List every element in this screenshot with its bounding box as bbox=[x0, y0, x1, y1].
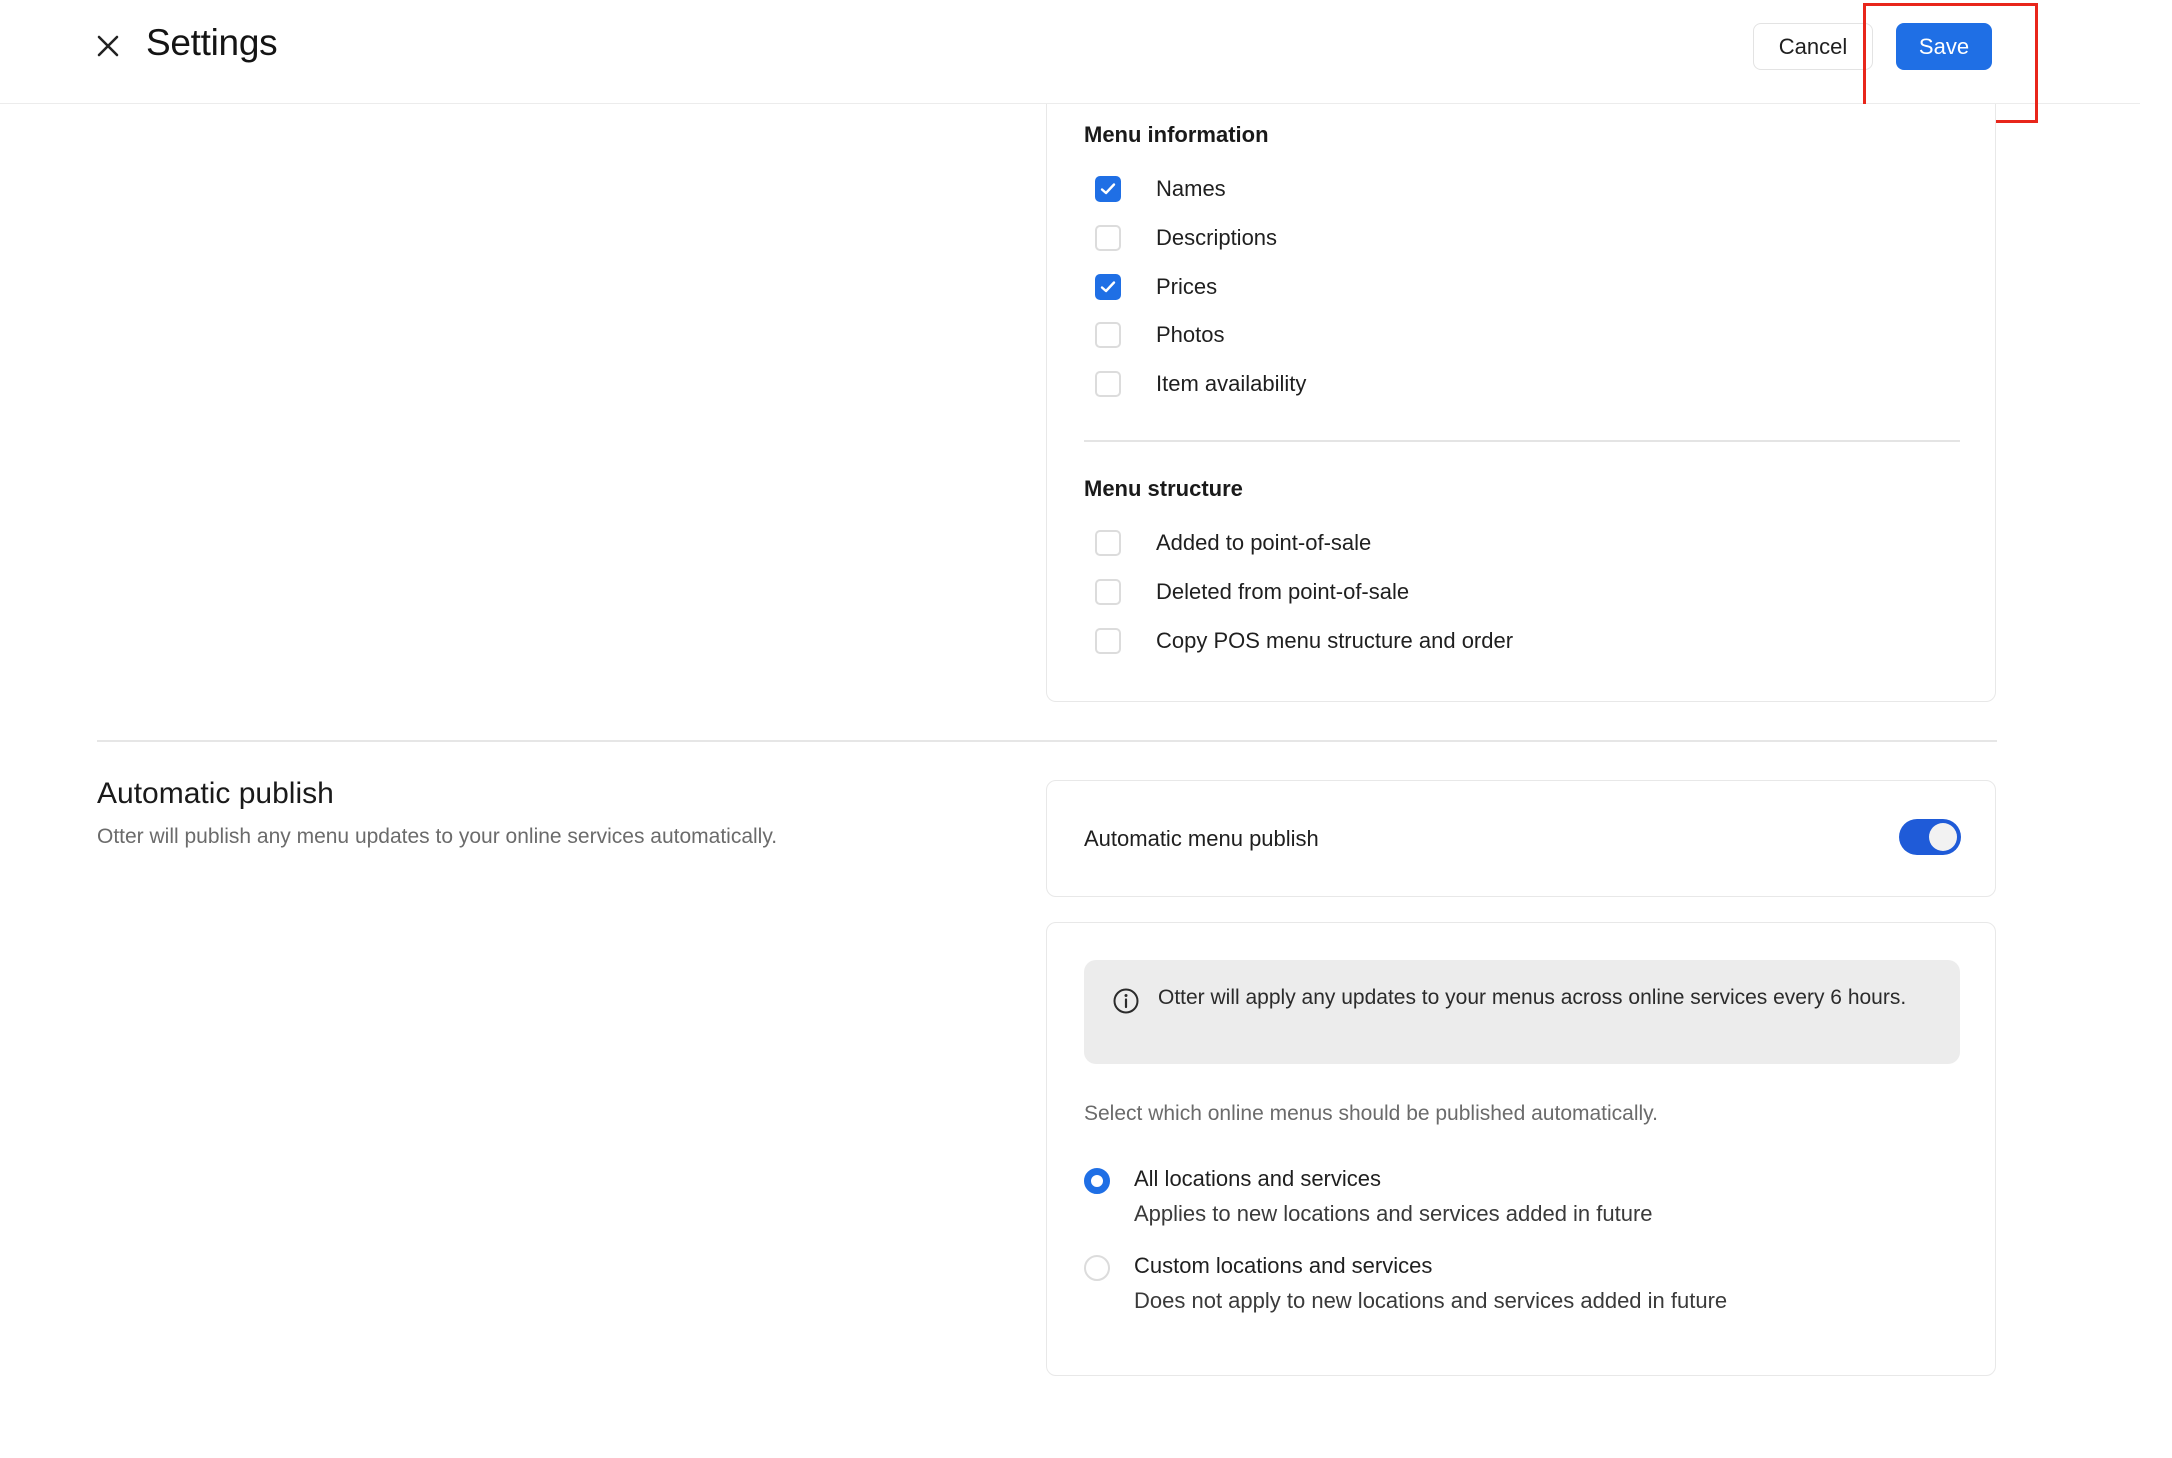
names-checkbox[interactable] bbox=[1095, 176, 1121, 202]
checkbox-row-copy-pos-structure[interactable]: Copy POS menu structure and order bbox=[1095, 626, 1513, 656]
added-to-pos-checkbox[interactable] bbox=[1095, 530, 1121, 556]
checkbox-row-added-to-pos[interactable]: Added to point-of-sale bbox=[1095, 528, 1371, 558]
page-title: Settings bbox=[146, 22, 278, 63]
select-menus-prompt: Select which online menus should be publ… bbox=[1084, 1102, 1658, 1125]
item-availability-checkbox[interactable] bbox=[1095, 371, 1121, 397]
custom-locations-radio[interactable] bbox=[1084, 1255, 1110, 1281]
info-banner bbox=[1084, 960, 1960, 1064]
all-locations-title: All locations and services bbox=[1134, 1166, 1382, 1191]
names-label: Names bbox=[1156, 176, 1226, 201]
photos-checkbox[interactable] bbox=[1095, 322, 1121, 348]
photos-label: Photos bbox=[1156, 322, 1225, 347]
check-icon bbox=[1100, 183, 1116, 195]
copy-pos-structure-label: Copy POS menu structure and order bbox=[1156, 628, 1514, 653]
checkbox-row-photos[interactable]: Photos bbox=[1095, 320, 1225, 350]
descriptions-label: Descriptions bbox=[1156, 225, 1278, 250]
all-locations-subtitle: Applies to new locations and services ad… bbox=[1134, 1201, 1653, 1226]
automatic-menu-publish-label: Automatic menu publish bbox=[1084, 826, 1319, 851]
automatic-menu-publish-toggle[interactable] bbox=[1899, 819, 1961, 855]
info-banner-text: Otter will apply any updates to your men… bbox=[1158, 986, 1907, 1009]
close-button[interactable] bbox=[88, 26, 128, 66]
added-to-pos-label: Added to point-of-sale bbox=[1156, 530, 1372, 555]
toggle-knob bbox=[1929, 823, 1957, 851]
menu-structure-heading: Menu structure bbox=[1084, 476, 1243, 501]
prices-label: Prices bbox=[1156, 274, 1218, 299]
close-icon bbox=[97, 35, 119, 57]
top-bar: Settings Cancel Save bbox=[0, 0, 2140, 104]
info-icon bbox=[1113, 988, 1139, 1014]
save-button[interactable]: Save bbox=[1896, 23, 1992, 70]
check-icon bbox=[1100, 281, 1116, 293]
deleted-from-pos-label: Deleted from point-of-sale bbox=[1156, 579, 1410, 604]
checkbox-row-deleted-from-pos[interactable]: Deleted from point-of-sale bbox=[1095, 577, 1409, 607]
prices-checkbox[interactable] bbox=[1095, 274, 1121, 300]
deleted-from-pos-checkbox[interactable] bbox=[1095, 579, 1121, 605]
custom-locations-title: Custom locations and services bbox=[1134, 1253, 1433, 1278]
checkbox-row-descriptions[interactable]: Descriptions bbox=[1095, 223, 1277, 253]
card-divider bbox=[1084, 440, 1960, 442]
copy-pos-structure-checkbox[interactable] bbox=[1095, 628, 1121, 654]
all-locations-radio[interactable] bbox=[1084, 1168, 1110, 1194]
descriptions-checkbox[interactable] bbox=[1095, 225, 1121, 251]
cancel-button[interactable]: Cancel bbox=[1753, 23, 1873, 70]
automatic-publish-title: Automatic publish bbox=[97, 777, 334, 810]
checkbox-row-names[interactable]: Names bbox=[1095, 174, 1226, 204]
automatic-publish-description: Otter will publish any menu updates to y… bbox=[97, 825, 778, 848]
checkbox-row-prices[interactable]: Prices bbox=[1095, 272, 1217, 302]
checkbox-row-item-availability[interactable]: Item availability bbox=[1095, 369, 1306, 399]
menu-information-heading: Menu information bbox=[1084, 122, 1269, 147]
item-availability-label: Item availability bbox=[1156, 371, 1307, 396]
section-divider bbox=[97, 740, 1997, 742]
custom-locations-subtitle: Does not apply to new locations and serv… bbox=[1134, 1288, 1728, 1313]
